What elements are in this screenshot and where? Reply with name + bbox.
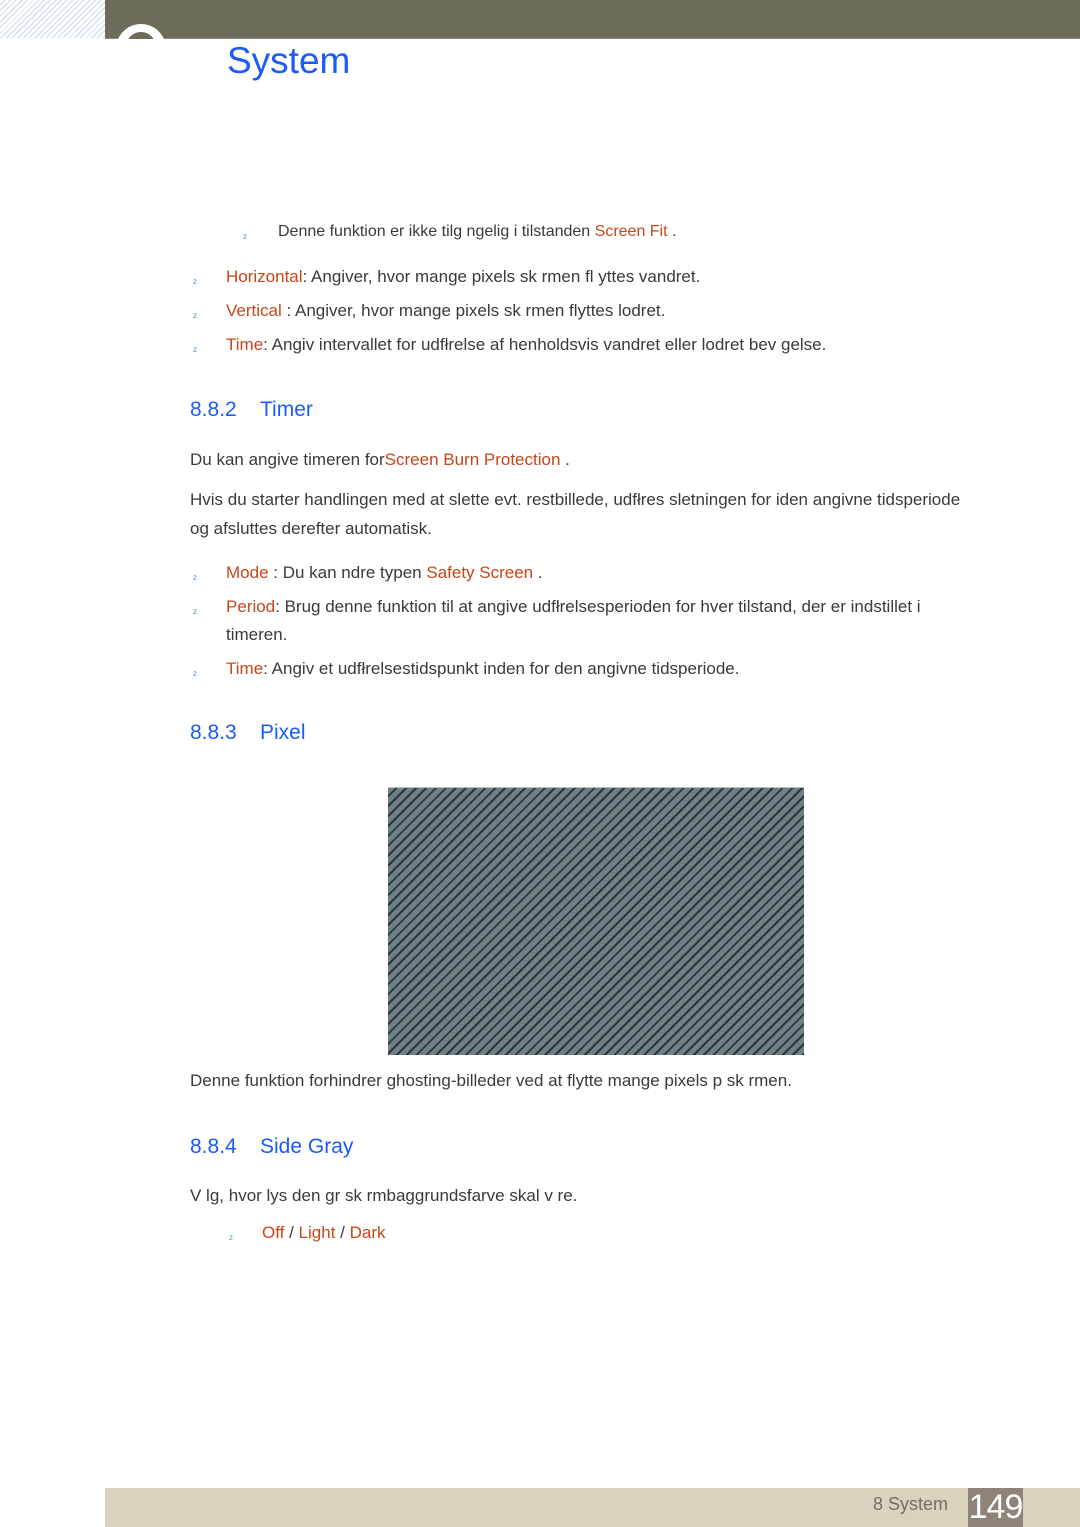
timer-intro: Du kan angive timeren forScreen Burn Pro… — [190, 450, 570, 470]
mode-suffix: . — [533, 563, 543, 582]
list-item-period: Period: Brug denne funktion til at angiv… — [226, 597, 921, 617]
note-body: Denne funktion er ikke tilg ngelig i til… — [278, 223, 595, 240]
desc-timer-time: : Angiv et udfłrelsestidspunkt inden for… — [263, 659, 740, 678]
bullet-icon: z — [229, 1233, 233, 1242]
timer-intro-text: Du kan angive timeren for — [190, 450, 385, 469]
section-title: Pixel — [260, 721, 306, 744]
section-heading-side-gray: 8.8.4 Side Gray — [190, 1135, 353, 1159]
option-separator: / — [335, 1223, 350, 1242]
list-item-mode: Mode : Du kan ndre typen Safety Screen . — [226, 563, 543, 583]
section-title: Side Gray — [260, 1135, 354, 1158]
note-bullet-icon: z — [243, 232, 247, 241]
side-gray-options: Off / Light / Dark — [262, 1223, 386, 1243]
option-off: Off — [262, 1223, 285, 1242]
term-timer-time: Time — [226, 659, 264, 678]
timer-paragraph-line1: Hvis du starter handlingen med at slette… — [190, 490, 961, 509]
period-continuation: timeren. — [226, 625, 288, 644]
pixel-caption: Denne funktion forhindrer ghosting-bille… — [190, 1071, 792, 1090]
footer-chapter-label: 8 System — [873, 1494, 949, 1514]
page-title: System — [227, 40, 351, 81]
header-hatch-decoration — [0, 0, 105, 38]
bullet-icon: z — [193, 311, 197, 320]
note-suffix: . — [667, 223, 677, 240]
note-text: Denne funktion er ikke tilg ngelig i til… — [278, 223, 676, 241]
bullet-icon: z — [193, 669, 197, 678]
term-mode: Mode — [226, 563, 269, 582]
list-item-vertical: Vertical : Angiver, hvor mange pixels sk… — [226, 301, 665, 321]
option-light: Light — [298, 1223, 336, 1242]
section-number: 8.8.2 — [190, 398, 237, 421]
term-time: Time — [226, 335, 264, 354]
note-highlight: Screen Fit — [594, 223, 668, 240]
bullet-icon: z — [193, 345, 197, 354]
header-bar — [105, 0, 1080, 39]
timer-paragraph-line2: og afsluttes derefter automatisk. — [190, 519, 432, 538]
section-number: 8.8.4 — [190, 1135, 237, 1158]
mode-highlight: Safety Screen — [426, 563, 534, 582]
desc-horizontal: : Angiver, hvor mange pixels sk rmen fl … — [302, 267, 701, 286]
section-number: 8.8.3 — [190, 721, 237, 744]
option-separator: / — [284, 1223, 299, 1242]
pixel-shift-pattern-image — [388, 787, 804, 1055]
term-horizontal: Horizontal — [226, 267, 303, 286]
desc-mode: : Du kan ndre typen — [268, 563, 427, 582]
list-item-horizontal: Horizontal: Angiver, hvor mange pixels s… — [226, 267, 700, 287]
side-gray-description: V lg, hvor lys den gr sk rmbaggrundsfarv… — [190, 1186, 578, 1205]
desc-vertical: : Angiver, hvor mange pixels sk rmen fly… — [281, 301, 666, 320]
desc-period: : Brug denne funktion til at angive udfł… — [275, 597, 921, 616]
timer-intro-highlight: Screen Burn Protection — [384, 450, 561, 469]
list-item-time: Time: Angiv intervallet for udfłrelse af… — [226, 335, 826, 355]
section-title: Timer — [260, 398, 313, 421]
desc-time: : Angiv intervallet for udfłrelse af hen… — [263, 335, 827, 354]
bullet-icon: z — [193, 573, 197, 582]
option-dark: Dark — [349, 1223, 386, 1242]
list-item-timer-time: Time: Angiv et udfłrelsestidspunkt inden… — [226, 659, 739, 679]
bullet-icon: z — [193, 607, 197, 616]
term-vertical: Vertical — [226, 301, 282, 320]
page-number: 149 — [968, 1488, 1023, 1527]
term-period: Period — [226, 597, 276, 616]
bullet-icon: z — [193, 277, 197, 286]
section-heading-timer: 8.8.2 Timer — [190, 398, 313, 422]
section-heading-pixel: 8.8.3 Pixel — [190, 721, 306, 745]
timer-intro-suffix: . — [560, 450, 570, 469]
header-divider-space — [110, 39, 180, 79]
